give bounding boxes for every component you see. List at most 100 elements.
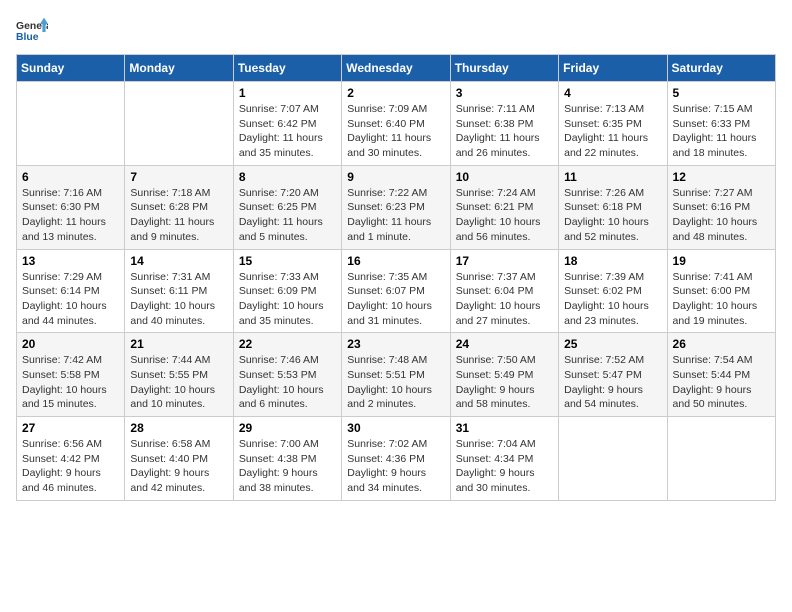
day-number: 5 [673,86,770,100]
day-detail: Sunrise: 7:18 AMSunset: 6:28 PMDaylight:… [130,186,227,245]
day-detail: Sunrise: 7:15 AMSunset: 6:33 PMDaylight:… [673,102,770,161]
page-header: General Blue [16,16,776,48]
calendar-cell: 13 Sunrise: 7:29 AMSunset: 6:14 PMDayligh… [17,249,125,333]
calendar-week-row: 20 Sunrise: 7:42 AMSunset: 5:58 PMDayligh… [17,333,776,417]
day-detail: Sunrise: 7:22 AMSunset: 6:23 PMDaylight:… [347,186,444,245]
calendar-cell: 14 Sunrise: 7:31 AMSunset: 6:11 PMDayligh… [125,249,233,333]
weekday-header: Friday [559,55,667,82]
svg-text:Blue: Blue [16,32,39,43]
weekday-header: Monday [125,55,233,82]
day-number: 3 [456,86,553,100]
day-number: 11 [564,170,661,184]
calendar-header-row: SundayMondayTuesdayWednesdayThursdayFrid… [17,55,776,82]
day-number: 18 [564,254,661,268]
calendar-cell: 11 Sunrise: 7:26 AMSunset: 6:18 PMDayligh… [559,165,667,249]
calendar-cell [17,82,125,166]
calendar: SundayMondayTuesdayWednesdayThursdayFrid… [16,54,776,501]
day-number: 4 [564,86,661,100]
calendar-cell: 28 Sunrise: 6:58 AMSunset: 4:40 PMDayligh… [125,417,233,501]
calendar-cell: 16 Sunrise: 7:35 AMSunset: 6:07 PMDayligh… [342,249,450,333]
calendar-week-row: 6 Sunrise: 7:16 AMSunset: 6:30 PMDaylight… [17,165,776,249]
calendar-cell: 6 Sunrise: 7:16 AMSunset: 6:30 PMDaylight… [17,165,125,249]
day-detail: Sunrise: 7:07 AMSunset: 6:42 PMDaylight:… [239,102,336,161]
day-detail: Sunrise: 7:44 AMSunset: 5:55 PMDaylight:… [130,353,227,412]
calendar-cell: 23 Sunrise: 7:48 AMSunset: 5:51 PMDayligh… [342,333,450,417]
calendar-cell: 24Sunrise: 7:50 AMSunset: 5:49 PMDayligh… [450,333,558,417]
day-number: 31 [456,421,553,435]
day-number: 14 [130,254,227,268]
day-number: 16 [347,254,444,268]
day-detail: Sunrise: 7:54 AMSunset: 5:44 PMDaylight:… [673,353,770,412]
day-detail: Sunrise: 7:35 AMSunset: 6:07 PMDaylight:… [347,270,444,329]
calendar-week-row: 13 Sunrise: 7:29 AMSunset: 6:14 PMDayligh… [17,249,776,333]
day-detail: Sunrise: 7:04 AMSunset: 4:34 PMDaylight:… [456,437,553,496]
calendar-cell [125,82,233,166]
logo-icon: General Blue [16,16,48,48]
day-number: 22 [239,337,336,351]
day-detail: Sunrise: 7:00 AMSunset: 4:38 PMDaylight:… [239,437,336,496]
day-number: 10 [456,170,553,184]
calendar-cell: 12 Sunrise: 7:27 AMSunset: 6:16 PMDayligh… [667,165,775,249]
day-number: 20 [22,337,119,351]
day-detail: Sunrise: 7:52 AMSunset: 5:47 PMDaylight:… [564,353,661,412]
weekday-header: Tuesday [233,55,341,82]
logo: General Blue [16,16,52,48]
day-number: 23 [347,337,444,351]
calendar-cell: 7 Sunrise: 7:18 AMSunset: 6:28 PMDaylight… [125,165,233,249]
day-detail: Sunrise: 7:48 AMSunset: 5:51 PMDaylight:… [347,353,444,412]
day-number: 29 [239,421,336,435]
calendar-cell: 29 Sunrise: 7:00 AMSunset: 4:38 PMDayligh… [233,417,341,501]
calendar-cell: 9 Sunrise: 7:22 AMSunset: 6:23 PMDaylight… [342,165,450,249]
weekday-header: Thursday [450,55,558,82]
day-number: 8 [239,170,336,184]
day-detail: Sunrise: 7:42 AMSunset: 5:58 PMDaylight:… [22,353,119,412]
day-detail: Sunrise: 7:26 AMSunset: 6:18 PMDaylight:… [564,186,661,245]
calendar-cell: 30Sunrise: 7:02 AMSunset: 4:36 PMDayligh… [342,417,450,501]
day-number: 6 [22,170,119,184]
day-number: 13 [22,254,119,268]
calendar-cell: 26Sunrise: 7:54 AMSunset: 5:44 PMDayligh… [667,333,775,417]
calendar-cell [559,417,667,501]
day-detail: Sunrise: 7:27 AMSunset: 6:16 PMDaylight:… [673,186,770,245]
day-number: 9 [347,170,444,184]
day-detail: Sunrise: 7:13 AMSunset: 6:35 PMDaylight:… [564,102,661,161]
day-detail: Sunrise: 7:37 AMSunset: 6:04 PMDaylight:… [456,270,553,329]
day-detail: Sunrise: 7:29 AMSunset: 6:14 PMDaylight:… [22,270,119,329]
day-detail: Sunrise: 7:11 AMSunset: 6:38 PMDaylight:… [456,102,553,161]
calendar-cell: 25Sunrise: 7:52 AMSunset: 5:47 PMDayligh… [559,333,667,417]
calendar-cell: 2 Sunrise: 7:09 AMSunset: 6:40 PMDaylight… [342,82,450,166]
day-number: 27 [22,421,119,435]
day-detail: Sunrise: 7:20 AMSunset: 6:25 PMDaylight:… [239,186,336,245]
day-detail: Sunrise: 7:31 AMSunset: 6:11 PMDaylight:… [130,270,227,329]
calendar-cell: 8 Sunrise: 7:20 AMSunset: 6:25 PMDaylight… [233,165,341,249]
day-detail: Sunrise: 7:39 AMSunset: 6:02 PMDaylight:… [564,270,661,329]
day-number: 24 [456,337,553,351]
day-detail: Sunrise: 7:33 AMSunset: 6:09 PMDaylight:… [239,270,336,329]
day-detail: Sunrise: 7:09 AMSunset: 6:40 PMDaylight:… [347,102,444,161]
calendar-cell: 4 Sunrise: 7:13 AMSunset: 6:35 PMDaylight… [559,82,667,166]
day-number: 28 [130,421,227,435]
calendar-cell: 3 Sunrise: 7:11 AMSunset: 6:38 PMDaylight… [450,82,558,166]
calendar-cell: 18 Sunrise: 7:39 AMSunset: 6:02 PMDayligh… [559,249,667,333]
calendar-cell [667,417,775,501]
calendar-cell: 31 Sunrise: 7:04 AMSunset: 4:34 PMDayligh… [450,417,558,501]
calendar-cell: 19Sunrise: 7:41 AMSunset: 6:00 PMDayligh… [667,249,775,333]
day-number: 12 [673,170,770,184]
calendar-cell: 27 Sunrise: 6:56 AMSunset: 4:42 PMDayligh… [17,417,125,501]
day-detail: Sunrise: 7:16 AMSunset: 6:30 PMDaylight:… [22,186,119,245]
day-detail: Sunrise: 7:02 AMSunset: 4:36 PMDaylight:… [347,437,444,496]
calendar-week-row: 1 Sunrise: 7:07 AMSunset: 6:42 PMDaylight… [17,82,776,166]
day-detail: Sunrise: 6:58 AMSunset: 4:40 PMDaylight:… [130,437,227,496]
day-detail: Sunrise: 7:46 AMSunset: 5:53 PMDaylight:… [239,353,336,412]
day-number: 17 [456,254,553,268]
day-detail: Sunrise: 7:41 AMSunset: 6:00 PMDaylight:… [673,270,770,329]
day-number: 21 [130,337,227,351]
day-detail: Sunrise: 6:56 AMSunset: 4:42 PMDaylight:… [22,437,119,496]
day-number: 7 [130,170,227,184]
weekday-header: Saturday [667,55,775,82]
weekday-header: Sunday [17,55,125,82]
day-number: 2 [347,86,444,100]
calendar-cell: 22 Sunrise: 7:46 AMSunset: 5:53 PMDayligh… [233,333,341,417]
calendar-cell: 21 Sunrise: 7:44 AMSunset: 5:55 PMDayligh… [125,333,233,417]
day-number: 1 [239,86,336,100]
